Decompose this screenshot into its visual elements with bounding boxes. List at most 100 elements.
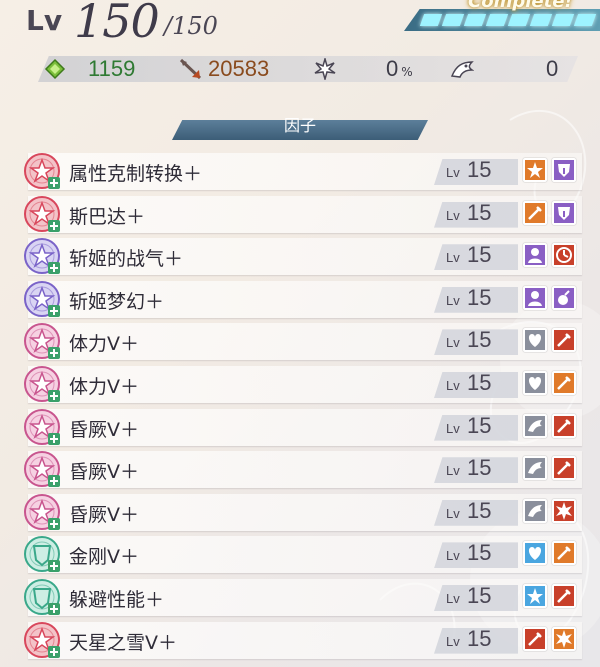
factor-level-label: Lv (446, 633, 460, 649)
factor-row[interactable]: 斩姬的战气＋ Lv 15 (20, 236, 582, 276)
factor-level-value: 15 (467, 412, 492, 438)
crit-stat: 0 % (314, 54, 413, 84)
hp-diamond-icon (44, 58, 66, 80)
factor-crest-icon (22, 364, 62, 404)
factor-level-label: Lv (446, 591, 460, 606)
factor-crest-icon (22, 620, 62, 660)
factor-level-value: 15 (467, 327, 492, 353)
factor-level-value: 15 (467, 583, 492, 608)
defense-down-icon (552, 200, 576, 225)
factor-level-value: 15 (467, 625, 492, 651)
sword-red-icon (552, 328, 576, 353)
factor-name: 属性克制转换＋ (69, 163, 203, 185)
timer-red-icon (552, 243, 576, 268)
sword-orange-icon (552, 541, 576, 566)
header: Lv 150 /150 Complete! 1159 20583 0 % 0 因… (0, 0, 600, 140)
hp-value: 1159 (88, 56, 136, 81)
gauge-segment (419, 14, 443, 26)
factor-row[interactable]: 昏厥Ⅴ＋ Lv 15 (20, 492, 582, 532)
factor-row[interactable]: 金刚Ⅴ＋ Lv 15 (20, 534, 582, 574)
gauge-segment (529, 14, 553, 26)
factor-name: 斯巴达＋ (69, 205, 146, 228)
shield-debuff-icon (552, 158, 576, 182)
factor-level-value: 15 (467, 157, 492, 182)
section-title: 因子 (283, 116, 316, 135)
sword-red-icon (523, 626, 547, 651)
factor-level-label: Lv (446, 505, 460, 521)
level-current: 150 (74, 0, 160, 48)
crit-unit: % (401, 64, 413, 79)
sword-orange-icon (552, 371, 576, 395)
sword-red-icon (552, 584, 576, 608)
level-max: /150 (164, 12, 218, 40)
factor-name: 体力Ⅴ＋ (69, 333, 139, 356)
bust-purple-icon (523, 243, 547, 268)
factor-level-label: Lv (446, 548, 460, 564)
factor-name: 躲避性能＋ (69, 589, 165, 611)
factor-row[interactable]: 斯巴达＋ Lv 15 (20, 194, 582, 234)
gauge-segment (485, 14, 509, 26)
factor-name: 金刚Ⅴ＋ (69, 546, 139, 569)
factor-level-value: 15 (467, 284, 492, 310)
stun-stat: 0 (450, 54, 558, 84)
factor-crest-icon (22, 279, 62, 319)
factor-row[interactable]: 昏厥Ⅴ＋ Lv 15 (20, 449, 582, 489)
factor-crest-icon (22, 321, 62, 361)
level-label: Lv (26, 4, 63, 37)
factor-row[interactable]: 躲避性能＋ Lv 15 (20, 577, 582, 617)
factor-name: 昏厥Ⅴ＋ (69, 418, 139, 441)
factor-crest-icon (22, 577, 62, 617)
crit-burst-icon (314, 58, 336, 80)
stun-gray-icon (523, 498, 547, 523)
factor-level-label: Lv (446, 420, 460, 436)
factor-level-label: Lv (446, 250, 460, 266)
sword-red-icon (552, 413, 576, 438)
star-blue-icon (523, 584, 547, 608)
factor-row[interactable]: 属性克制转换＋ Lv 15 (20, 151, 582, 191)
factor-level-label: Lv (446, 335, 460, 351)
factor-row[interactable]: 体力Ⅴ＋ Lv 15 (20, 364, 582, 404)
factor-crest-icon (22, 194, 62, 234)
factor-name: 天星之雪Ⅴ＋ (69, 631, 177, 654)
factor-row[interactable]: 斩姬梦幻＋ Lv 15 (20, 279, 582, 319)
attack-arrow-icon (179, 58, 202, 80)
factor-crest-icon (22, 492, 62, 532)
factor-name: 昏厥Ⅴ＋ (69, 461, 139, 484)
crit-value: 0 (386, 56, 399, 81)
burst-red-icon (552, 498, 576, 523)
stun-gray-icon (523, 413, 547, 438)
factor-name: 昏厥Ⅴ＋ (69, 503, 139, 526)
burst-orange-icon (552, 626, 576, 651)
factor-crest-icon (22, 151, 62, 191)
potion-purple-icon (552, 285, 576, 310)
factor-crest-icon (22, 534, 62, 574)
complete-label: Complete! (468, 0, 573, 12)
factor-level-value: 15 (467, 370, 492, 395)
factor-level-value: 15 (467, 199, 492, 225)
factor-row[interactable]: 天星之雪Ⅴ＋ Lv 15 (20, 620, 582, 660)
stats-bar: 1159 20583 0 % 0 (38, 54, 578, 84)
gauge-segment (441, 14, 465, 26)
gauge-segment (551, 14, 575, 26)
factor-row[interactable]: 昏厥Ⅴ＋ Lv 15 (20, 407, 582, 447)
completion-gauge (404, 9, 600, 31)
factor-level-label: Lv (446, 207, 460, 223)
sword-red-icon (552, 456, 576, 481)
stun-gray-icon (523, 456, 547, 481)
stun-dragon-icon (450, 61, 474, 78)
star-up-icon (523, 158, 547, 182)
factor-crest-icon (22, 449, 62, 489)
factor-level-value: 15 (467, 455, 492, 481)
factor-level-value: 15 (467, 540, 492, 566)
factor-crest-icon (22, 407, 62, 447)
factor-crest-icon (22, 236, 62, 276)
factor-row[interactable]: 体力Ⅴ＋ Lv 15 (20, 321, 582, 361)
stun-value: 0 (546, 56, 559, 81)
heart-gray-icon (523, 328, 547, 353)
factor-level-label: Lv (446, 165, 460, 180)
gauge-segment (573, 14, 597, 26)
factor-level-value: 15 (467, 497, 492, 523)
attack-stat: 20583 (178, 54, 269, 84)
sword-up-icon (523, 200, 547, 225)
factor-level-label: Lv (446, 463, 460, 479)
